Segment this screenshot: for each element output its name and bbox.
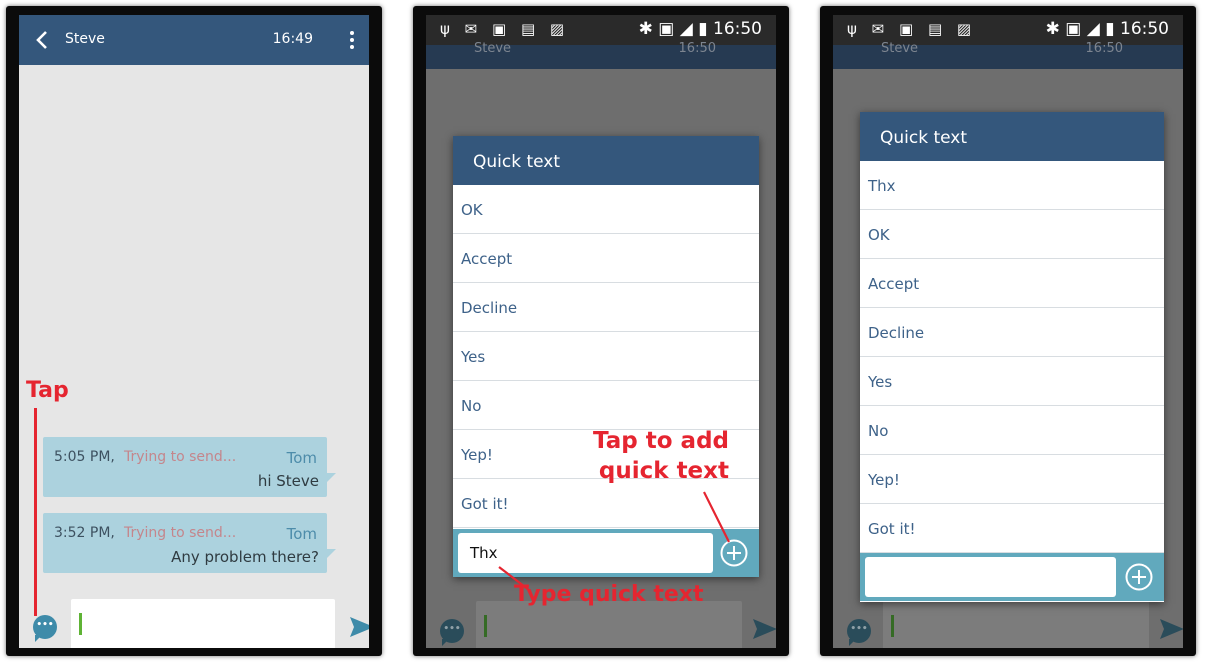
status-time-wrap: ✱ ▣ ◢ ▮ 16:50 — [1045, 19, 1169, 39]
message-text: Any problem there? — [171, 548, 319, 566]
quick-text-item[interactable]: Accept — [453, 234, 759, 283]
annotation-tap-to-add: Tap to add quick text — [589, 426, 729, 486]
dimmed-app-bar: Steve 16:50 — [833, 41, 1183, 69]
more-vertical-icon[interactable] — [349, 29, 355, 51]
message-bubble[interactable]: 5:05 PM, Trying to send... Tom hi Steve — [43, 437, 336, 497]
notification-icons: ψ ✉ ▣ ▤ ▨ — [440, 20, 570, 38]
quick-text-list: Thx OK Accept Decline Yes No Yep! Got it… — [860, 161, 1164, 553]
phone-screen-quick-text-added: ψ ✉ ▣ ▤ ▨ ✱ ▣ ◢ ▮ 16:50 Steve 16:50 ••• … — [820, 6, 1196, 656]
dots-glyph: ••• — [36, 620, 54, 630]
message-bubble[interactable]: 3:52 PM, Trying to send... Tom Any probl… — [43, 513, 336, 573]
phone-screen-quick-text-typing: ψ ✉ ▣ ▤ ▨ ✱ ▣ ◢ ▮ 16:50 Steve 16:50 ••• … — [413, 6, 789, 656]
status-time: 16:50 — [713, 19, 762, 39]
phone-screen-conversation: Steve 16:49 5:05 PM, Trying to send... T… — [6, 6, 382, 656]
send-icon[interactable] — [349, 615, 369, 639]
message-time: 5:05 PM, — [54, 449, 115, 465]
dialog-title: Quick text — [860, 112, 1164, 161]
annotation-line — [34, 408, 37, 616]
message-status: Trying to send... — [124, 449, 237, 465]
plus-circle-icon[interactable] — [1124, 562, 1154, 592]
status-time: 16:50 — [1120, 19, 1169, 39]
dimmed-time: 16:50 — [1085, 41, 1123, 56]
message-text: hi Steve — [257, 472, 319, 490]
quick-text-item[interactable]: Yes — [860, 357, 1164, 406]
text-caret — [79, 613, 82, 635]
quick-text-screen: ψ ✉ ▣ ▤ ▨ ✱ ▣ ◢ ▮ 16:50 Steve 16:50 ••• … — [426, 15, 776, 648]
text-caret — [484, 615, 487, 637]
quick-text-input-value: Thx — [470, 544, 498, 562]
quick-text-input[interactable] — [865, 557, 1116, 597]
quick-text-item[interactable]: Accept — [860, 259, 1164, 308]
annotation-tap: Tap — [26, 378, 69, 403]
quick-text-item[interactable]: Yes — [453, 332, 759, 381]
message-time: 3:52 PM, — [54, 525, 115, 541]
annotation-tap-to-add-line2: quick text — [598, 458, 729, 484]
message-sender: Tom — [286, 449, 317, 467]
dimmed-contact-name: Steve — [881, 41, 919, 56]
app-bar: Steve 16:49 — [19, 15, 369, 65]
quick-text-item[interactable]: OK — [860, 210, 1164, 259]
chat-bubble-icon: ••• — [847, 619, 871, 646]
quick-text-screen: ψ ✉ ▣ ▤ ▨ ✱ ▣ ◢ ▮ 16:50 Steve 16:50 ••• … — [833, 15, 1183, 648]
header-time: 16:49 — [272, 31, 313, 47]
text-caret — [891, 615, 894, 637]
quick-text-item[interactable]: Got it! — [860, 504, 1164, 553]
quick-text-item[interactable]: No — [453, 381, 759, 430]
dialog-footer — [860, 553, 1164, 601]
status-time-wrap: ✱ ▣ ◢ ▮ 16:50 — [638, 19, 762, 39]
annotation-tap-to-add-line1: Tap to add — [593, 428, 729, 454]
quick-text-dialog: Quick text Thx OK Accept Decline Yes No … — [860, 112, 1164, 602]
dots-glyph: ••• — [443, 624, 461, 634]
chat-bubble-icon[interactable]: ••• — [33, 615, 57, 642]
annotation-type-quick-text: Type quick text — [514, 582, 704, 607]
dialog-title: Quick text — [453, 136, 759, 185]
chevron-left-icon[interactable] — [35, 29, 49, 51]
message-status: Trying to send... — [124, 525, 237, 541]
message-sender: Tom — [286, 525, 317, 543]
dots-glyph: ••• — [850, 624, 868, 634]
dimmed-app-bar: Steve 16:50 — [426, 41, 776, 69]
dimmed-message-input — [476, 601, 742, 648]
dimmed-time: 16:50 — [678, 41, 716, 56]
annotation-arrow-add — [703, 491, 730, 543]
dimmed-contact-name: Steve — [474, 41, 512, 56]
message-input[interactable] — [71, 599, 335, 648]
contact-name: Steve — [65, 31, 105, 47]
notification-icons: ψ ✉ ▣ ▤ ▨ — [847, 20, 977, 38]
send-icon — [1160, 619, 1183, 639]
quick-text-item[interactable]: Decline — [860, 308, 1164, 357]
quick-text-item[interactable]: Thx — [860, 161, 1164, 210]
conversation-screen: Steve 16:49 5:05 PM, Trying to send... T… — [19, 15, 369, 648]
chat-bubble-icon: ••• — [440, 619, 464, 646]
send-icon — [753, 619, 776, 639]
quick-text-item[interactable]: No — [860, 406, 1164, 455]
quick-text-item[interactable]: Decline — [453, 283, 759, 332]
dimmed-message-input — [883, 601, 1149, 648]
quick-text-item[interactable]: Yep! — [860, 455, 1164, 504]
quick-text-item[interactable]: OK — [453, 185, 759, 234]
